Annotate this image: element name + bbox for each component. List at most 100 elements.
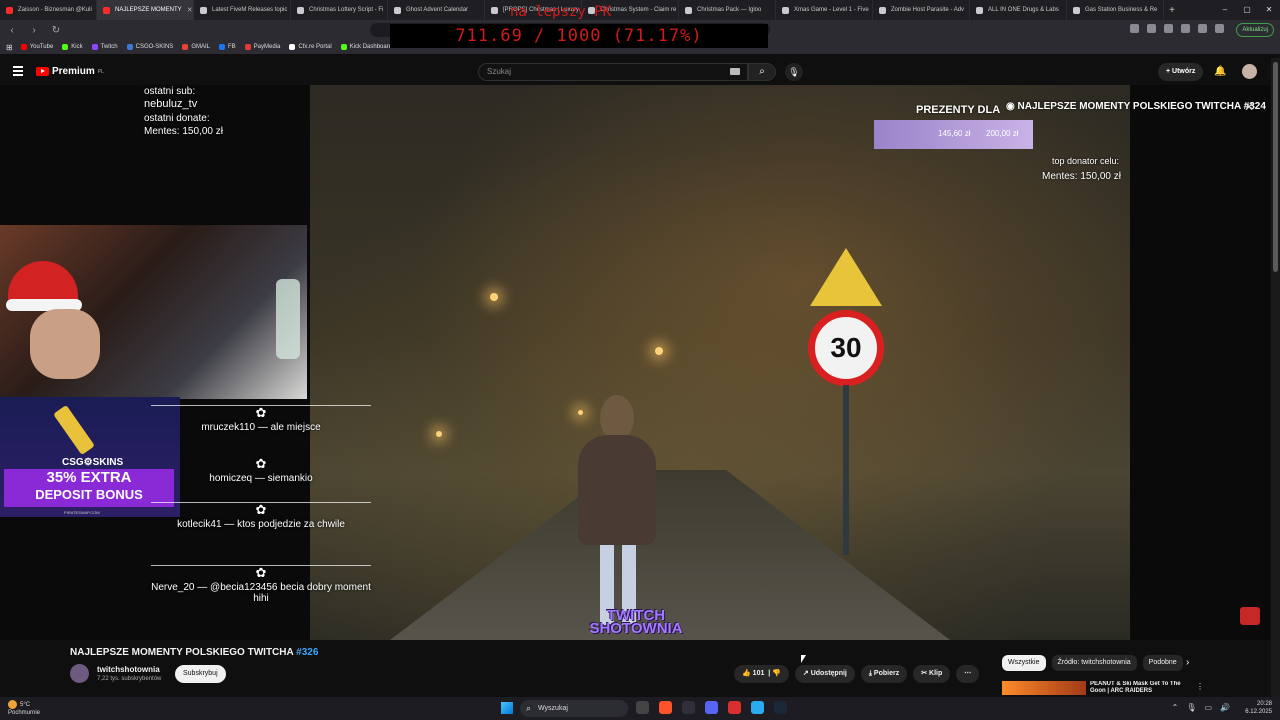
channel-name[interactable]: twitchshotownia: [97, 665, 160, 674]
chevron-up-icon[interactable]: ⌃: [1172, 703, 1179, 712]
thumbs-down-icon[interactable]: 👎: [772, 670, 781, 677]
bookmark-icon: [244, 44, 251, 50]
youtube-logo[interactable]: Premium PL: [36, 66, 104, 77]
menu-icon[interactable]: [13, 66, 23, 78]
reload-icon[interactable]: ↻: [50, 25, 62, 36]
chip-source[interactable]: Źródło: twitchshotownia: [1051, 655, 1137, 671]
keyboard-icon[interactable]: [730, 68, 740, 75]
close-icon[interactable]: ✕: [1244, 100, 1254, 114]
extension-icon[interactable]: [1181, 24, 1190, 33]
ad-line2: DEPOSIT BONUS: [35, 487, 143, 502]
browser-tab[interactable]: ALL IN ONE Drugs & Labs: [970, 0, 1067, 20]
video-player[interactable]: 30 ostatni sub: nebuluz_tv ostatni donat…: [0, 85, 1270, 640]
back-icon[interactable]: ‹: [6, 25, 18, 36]
apps-icon[interactable]: ⊞: [6, 43, 13, 52]
bookmark-icon: [91, 44, 98, 50]
street-lamp: [490, 293, 498, 301]
share-button[interactable]: ↗ Udostępnij: [794, 665, 855, 683]
minimize-button[interactable]: –: [1214, 0, 1236, 20]
top-donator-value: Mentes: 150,00 zł: [1042, 171, 1121, 182]
browser-tab[interactable]: NAJLEPSZE MOMENTY ✕: [97, 0, 194, 20]
tab-label: Ghost Advent Calendar: [406, 7, 469, 13]
new-tab-button[interactable]: +: [1164, 5, 1180, 16]
youtube-corner-icon[interactable]: [1240, 607, 1260, 625]
steam-icon[interactable]: [774, 701, 787, 714]
chip-similar[interactable]: Podobne: [1142, 655, 1183, 671]
close-window-button[interactable]: ✕: [1258, 0, 1280, 20]
favicon-icon: [297, 6, 304, 14]
bookmark-item[interactable]: Cfx.re Portal: [289, 44, 332, 50]
hashtag-link[interactable]: #326: [296, 647, 318, 658]
extension-icon[interactable]: [1164, 24, 1173, 33]
network-icon[interactable]: ▭: [1204, 703, 1212, 712]
bookmark-item[interactable]: Kick: [62, 44, 83, 50]
chat-message: ✿ mruczek110 — ale miejsce: [150, 405, 372, 433]
browser-tab[interactable]: Zaisson - Biznesman @Kuli: [0, 0, 97, 20]
channel-avatar[interactable]: [70, 664, 89, 683]
download-button[interactable]: ⤓ Pobierz: [860, 665, 908, 683]
chat-overlay: ✿ mruczek110 — ale miejsce ✿ homiczeq — …: [150, 405, 372, 635]
voice-search-button[interactable]: 🎙: [785, 63, 803, 81]
chevron-right-icon[interactable]: ›: [1186, 657, 1189, 668]
ad-url: PIRATESWAP.COM: [64, 510, 100, 515]
extension-icon[interactable]: [1130, 24, 1139, 33]
stream-goal-title: na lepszy PK: [510, 4, 612, 20]
bookmark-icon: [340, 44, 347, 50]
clock[interactable]: 20:28 6.12.2025: [1245, 700, 1272, 716]
browser-tab[interactable]: Christmas Pack — Igloo: [679, 0, 776, 20]
avatar[interactable]: [1242, 64, 1257, 79]
app-icon[interactable]: [682, 701, 695, 714]
tab-label: Zombie Host Parasite - Adv: [891, 7, 965, 13]
bookmark-item[interactable]: YouTube: [20, 44, 53, 50]
browser-tab[interactable]: Ghost Advent Calendar: [388, 0, 485, 20]
volume-icon[interactable]: 🔊: [1220, 703, 1230, 712]
recommendation-title[interactable]: PEANUT & Ski Mask Get To The Goon | ARC …: [1090, 681, 1190, 695]
scrollbar-thumb[interactable]: [1273, 62, 1278, 272]
more-actions-button[interactable]: ⋯: [956, 665, 980, 683]
browser-tab[interactable]: Latest FiveM Releases topic: [194, 0, 291, 20]
create-label: Utwórz: [1172, 68, 1196, 75]
extension-icon[interactable]: [1147, 24, 1156, 33]
thumbs-up-icon[interactable]: 👍: [742, 670, 751, 677]
task-view-icon[interactable]: [636, 701, 649, 714]
browser-tab[interactable]: Zombie Host Parasite - Adv: [873, 0, 970, 20]
search-input[interactable]: Szukaj: [478, 63, 748, 81]
search-button[interactable]: ⌕: [748, 63, 776, 81]
sign-pole: [843, 385, 849, 555]
extension-icon[interactable]: [1198, 24, 1207, 33]
taskbar-search[interactable]: Wyszukaj: [520, 700, 628, 717]
bookmark-item[interactable]: GMAIL: [182, 44, 210, 50]
create-button[interactable]: + Utwórz: [1158, 63, 1204, 81]
app-icon[interactable]: [728, 701, 741, 714]
forward-icon[interactable]: ›: [28, 25, 40, 36]
bookmark-item[interactable]: CSGO-SKINS: [126, 44, 173, 50]
favicon-icon: [394, 6, 401, 14]
telegram-icon[interactable]: [751, 701, 764, 714]
bookmark-item[interactable]: Kick Dashboard: [340, 44, 392, 50]
brave-browser-icon[interactable]: [659, 701, 672, 714]
mic-tray-icon[interactable]: 🎙: [1186, 703, 1196, 712]
browser-tab[interactable]: Gas Station Business & Re: [1067, 0, 1164, 20]
notifications-icon[interactable]: 🔔: [1214, 66, 1226, 77]
favicon-icon: [200, 6, 207, 14]
browser-tab[interactable]: Christmas Lottery Script - Fi: [291, 0, 388, 20]
update-button[interactable]: Aktualizuj: [1236, 23, 1274, 37]
weather-widget[interactable]: 5°C Pochmurnie: [8, 700, 40, 717]
bookmark-item[interactable]: PayMedia: [244, 44, 280, 50]
favicon-icon: [685, 6, 692, 14]
discord-icon[interactable]: [705, 701, 718, 714]
clip-button[interactable]: ✂ Klip: [913, 665, 951, 683]
chip-all[interactable]: Wszystkie: [1002, 655, 1046, 671]
start-button[interactable]: [501, 702, 513, 714]
subscriber-count: 7,22 tys. subskrybentów: [97, 676, 162, 682]
extension-icon[interactable]: [1215, 24, 1224, 33]
more-vert-icon[interactable]: ⋮: [1196, 682, 1204, 691]
maximize-button[interactable]: ▢: [1236, 0, 1258, 20]
bookmark-item[interactable]: FB: [219, 44, 236, 50]
recommendation-thumbnail[interactable]: [1002, 681, 1086, 695]
close-tab-icon[interactable]: ✕: [187, 6, 193, 14]
tab-label: Xmas Game - Level 1 - Five: [794, 7, 869, 13]
browser-tab[interactable]: Xmas Game - Level 1 - Five: [776, 0, 873, 20]
bookmark-item[interactable]: Twitch: [91, 44, 118, 50]
subscribe-button[interactable]: Subskrybuj: [175, 665, 226, 683]
